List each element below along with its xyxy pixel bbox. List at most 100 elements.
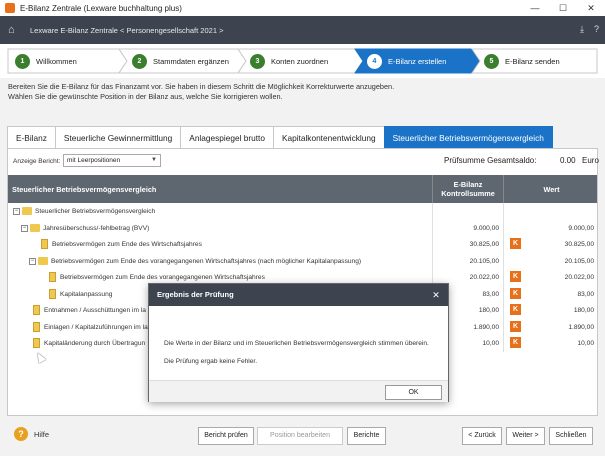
column-header-wert: Wert [543,185,560,194]
berichte-button[interactable]: Berichte [347,427,386,445]
download-icon[interactable]: ⤓ [580,24,584,35]
pruefsumme-currency: Euro [582,156,599,165]
position-bearbeiten-button[interactable]: Position bearbeiten [257,427,343,445]
step-3[interactable]: 3 Konten zuordnen [243,49,328,73]
collapse-toggle-icon[interactable]: − [29,257,36,265]
row-wert: 9.000,00 [568,224,594,232]
collapse-toggle-icon[interactable]: − [13,208,20,215]
dialog-message-1: Die Werte in der Bilanz und im Steuerlic… [164,340,429,347]
step-3-label: Konten zuordnen [271,56,329,66]
close-window-button[interactable]: ✕ [577,0,605,16]
bericht-pruefen-button[interactable]: Bericht prüfen [198,427,254,445]
row-kontrollsumme: 20.022,00 [469,274,499,281]
step-2-number: 2 [132,53,147,69]
schliessen-button[interactable]: Schließen [549,427,593,445]
table-row[interactable]: − Betriebsvermögen zum Ende des vorangeg… [8,252,597,269]
row-wert: 30.825,00 [564,241,594,248]
document-icon [33,338,40,348]
folder-icon [22,207,32,215]
row-wert: 180,00 [573,307,594,314]
column-header-position: Steuerlicher Betriebsvermögensvergleich [12,185,157,194]
minimize-button[interactable]: — [521,0,549,16]
document-icon [49,288,56,299]
window-controls: — ☐ ✕ [521,0,605,16]
anzeige-bericht-label: Anzeige Bericht: [13,158,61,165]
step-2-label: Stammdaten ergänzen [153,56,229,66]
instructions-line-2: Wählen Sie die gewünschte Position in de… [8,91,283,101]
korrektur-icon[interactable]: K [510,337,521,348]
header-icons: ⤓ ? [580,24,599,35]
document-icon [33,305,40,315]
step-4-number: 4 [367,53,382,69]
row-wert: 20.105,00 [564,257,594,265]
tab-anlagespiegel-brutto[interactable]: Anlagespiegel brutto [180,126,274,148]
step-3-number: 3 [250,53,265,69]
tab-e-bilanz[interactable]: E-Bilanz [7,126,56,148]
row-label: Entnahmen / Ausschüttungen im la [44,307,146,314]
table-header: Steuerlicher Betriebsvermögensvergleich … [8,175,597,203]
instructions: Bereiten Sie die E-Bilanz für das Finanz… [8,82,598,101]
row-label: Kapitalanpassung [60,290,113,298]
pruefsumme-label: Prüfsumme Gesamtsaldo: [444,156,537,165]
row-label: Betriebsvermögen zum Ende des Wirtschaft… [52,241,202,248]
instructions-line-1: Bereiten Sie die E-Bilanz für das Finanz… [8,82,395,91]
document-icon [49,272,56,282]
table-row[interactable]: − Jahresüberschuss/-fehlbetrag (BVV) 9.0… [8,219,597,236]
close-icon[interactable]: ✕ [430,289,442,301]
zurueck-button[interactable]: < Zurück [462,427,502,445]
chevron-down-icon: ▼ [151,157,157,163]
row-kontrollsumme: 9.000,00 [473,224,499,232]
app-header: ⌂ Lexware E-Bilanz Zentrale < Personenge… [0,16,605,44]
step-4[interactable]: 4 E-Bilanz erstellen [360,49,446,73]
row-label: Steuerlicher Betriebsvermögensvergleich [35,208,156,215]
korrektur-icon[interactable]: K [510,271,521,282]
row-wert: 20.022,00 [564,274,594,281]
document-icon [41,239,48,249]
column-header-kontrollsumme-line2: Kontrollsumme [441,189,495,198]
report-toolbar: Anzeige Bericht: mit Leerpositionen ▼ Pr… [8,149,599,173]
row-label: Jahresüberschuss/-fehlbetrag (BVV) [43,224,150,232]
ok-button[interactable]: OK [385,385,442,400]
pruefung-dialog: Ergebnis der Prüfung ✕ Die Werte in der … [148,283,449,402]
tab-steuerliche-gewinnermittlung[interactable]: Steuerliche Gewinnermittlung [54,126,182,148]
wizard-steps: 1 Willkommen 2 Stammdaten ergänzen 3 Kon… [0,44,605,78]
maximize-button[interactable]: ☐ [549,0,577,16]
help-icon[interactable]: ? [14,427,28,441]
row-label: Betriebsvermögen zum Ende des vorangegan… [51,257,362,265]
row-wert: 1.890,00 [568,323,594,331]
document-icon [33,321,40,332]
folder-icon [38,256,48,265]
step-5[interactable]: 5 E-Bilanz senden [477,49,560,73]
step-4-label: E-Bilanz erstellen [388,56,447,66]
dialog-message-2: Die Prüfung ergab keine Fehler. [164,358,258,365]
report-tabs: E-Bilanz Steuerliche Gewinnermittlung An… [7,126,553,148]
row-separator [432,203,504,220]
korrektur-icon[interactable]: K [510,287,521,299]
weiter-button[interactable]: Weiter > [506,427,545,445]
table-row[interactable]: − Steuerlicher Betriebsvermögensvergleic… [8,203,597,220]
row-kontrollsumme: 20.105,00 [469,257,499,265]
step-1-label: Willkommen [36,56,77,66]
step-1-number: 1 [15,53,30,69]
tab-kapitalkontenentwicklung[interactable]: Kapitalkontenentwicklung [272,126,385,148]
collapse-toggle-icon[interactable]: − [21,224,28,232]
help-link[interactable]: Hilfe [34,430,49,439]
table-row[interactable]: Betriebsvermögen zum Ende des Wirtschaft… [8,236,597,253]
folder-icon [30,223,40,232]
help-question-icon[interactable]: ? [594,24,599,35]
korrektur-icon[interactable]: K [510,238,521,249]
window-title: E-Bilanz Zentrale (Lexware buchhaltung p… [20,3,182,13]
step-1[interactable]: 1 Willkommen [8,49,77,73]
app-icon [5,3,15,13]
row-label: Kapitaländerung durch Übertragun [44,340,146,347]
korrektur-icon[interactable]: K [510,304,521,315]
anzeige-bericht-select[interactable]: mit Leerpositionen ▼ [63,154,161,167]
home-icon[interactable]: ⌂ [8,24,20,36]
column-header-kontrollsumme-line1: E-Bilanz [453,180,483,189]
tab-steuerlicher-bvv[interactable]: Steuerlicher Betriebsvermögensvergleich [383,126,553,148]
korrektur-icon[interactable]: K [510,320,521,332]
step-5-label: E-Bilanz senden [505,56,560,66]
step-2[interactable]: 2 Stammdaten ergänzen [125,49,229,73]
row-wert: 83,00 [577,290,594,298]
column-header-kontrollsumme: E-Bilanz Kontrollsumme [432,175,504,203]
